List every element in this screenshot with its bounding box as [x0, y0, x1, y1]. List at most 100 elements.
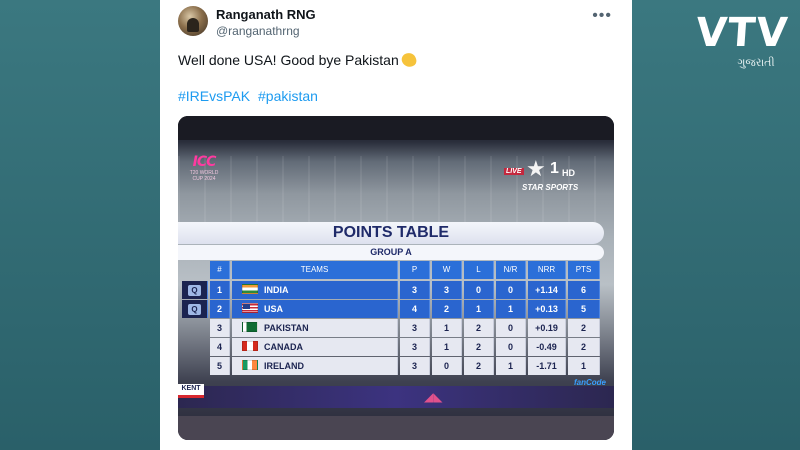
column-header: L [464, 261, 494, 279]
author-handle[interactable]: @ranganathrng [216, 24, 300, 38]
qualified-badge: Q [188, 285, 201, 296]
team-name: CANADA [264, 342, 303, 352]
nrr-cell: +1.14 [528, 281, 566, 299]
rank-cell: 1 [210, 281, 230, 299]
points-table-group: GROUP A [178, 245, 604, 260]
tweet-card: Ranganath RNG @ranganathrng ••• Well don… [160, 0, 632, 450]
points-cell: 6 [568, 281, 600, 299]
world-cup-logo-mark: ICC [192, 154, 217, 170]
won-cell: 1 [432, 319, 462, 337]
author-name[interactable]: Ranganath RNG [216, 7, 316, 22]
qualified-badge: Q [188, 304, 201, 315]
column-header: N/R [496, 261, 526, 279]
column-header: PTS [568, 261, 600, 279]
hashtag-link[interactable]: #IREvsPAK [178, 88, 250, 104]
hashtag-list: #IREvsPAK #pakistan [178, 88, 322, 104]
left-background [0, 0, 160, 450]
points-cell: 2 [568, 319, 600, 337]
channel-name: STAR SPORTS [522, 183, 579, 192]
column-header: NRR [528, 261, 566, 279]
hashtag-link[interactable]: #pakistan [258, 88, 318, 104]
team-cell: PAKISTAN [232, 319, 398, 337]
column-header: W [432, 261, 462, 279]
team-cell: USA [232, 300, 398, 318]
column-header: TEAMS [232, 261, 398, 279]
nrr-cell: +0.19 [528, 319, 566, 337]
column-header: P [400, 261, 430, 279]
ireland-flag-icon [242, 360, 258, 370]
tweet-text-content: Well done USA! Good bye Pakistan [178, 52, 399, 68]
team-cell: IRELAND [232, 357, 398, 375]
team-cell: INDIA [232, 281, 398, 299]
avatar[interactable] [178, 6, 208, 36]
team-cell: CANADA [232, 338, 398, 356]
rank-cell: 3 [210, 319, 230, 337]
more-options-button[interactable]: ••• [592, 8, 612, 24]
nrr-cell: +0.13 [528, 300, 566, 318]
world-cup-logo: ICC T20 WORLD CUP 2024 [186, 154, 222, 182]
lost-cell: 2 [464, 319, 494, 337]
table-row: 5 IRELAND 3 0 2 1 -1.71 1 [182, 357, 602, 375]
live-badge: LIVE [504, 168, 524, 175]
vtv-logo: VTV ગુજરાતી [694, 10, 790, 69]
rank-cell: 5 [210, 357, 230, 375]
tournament-mark-icon: ◢◣ [424, 390, 443, 404]
won-cell: 0 [432, 357, 462, 375]
played-cell: 3 [400, 281, 430, 299]
vtv-logo-subtext: ગુજરાતી [737, 56, 775, 69]
sponsor-left: KENT [178, 384, 204, 398]
team-name: USA [264, 304, 284, 314]
canada-flag-icon [242, 341, 258, 351]
pakistan-flag-icon [242, 322, 258, 332]
points-cell: 5 [568, 300, 600, 318]
points-cell: 1 [568, 357, 600, 375]
qualified-cell [182, 338, 208, 356]
lost-cell: 2 [464, 338, 494, 356]
no-result-cell: 1 [496, 300, 526, 318]
tv-bezel [178, 116, 614, 140]
no-result-cell: 0 [496, 281, 526, 299]
no-result-cell: 0 [496, 338, 526, 356]
played-cell: 3 [400, 319, 430, 337]
won-cell: 3 [432, 281, 462, 299]
qualified-cell: Q [182, 300, 208, 318]
played-cell: 3 [400, 338, 430, 356]
tv-bezel-bottom [178, 416, 614, 440]
vtv-logo-text: VTV [694, 10, 790, 56]
no-result-cell: 0 [496, 319, 526, 337]
table-row: Q 2 USA 4 2 1 1 +0.13 5 [182, 300, 602, 318]
usa-flag-icon [242, 303, 258, 313]
channel-hd: HD [562, 168, 575, 178]
team-name: INDIA [264, 285, 289, 295]
star-icon: ★ [526, 156, 546, 181]
world-cup-logo-text: T20 WORLD CUP 2024 [189, 170, 219, 182]
star-sports-logo: LIVE ★ 1 HD STAR SPORTS [500, 158, 596, 194]
won-cell: 1 [432, 338, 462, 356]
nrr-cell: -1.71 [528, 357, 566, 375]
table-row: Q 1 INDIA 3 3 0 0 +1.14 6 [182, 281, 602, 299]
played-cell: 3 [400, 357, 430, 375]
points-cell: 2 [568, 338, 600, 356]
broadcast-bottom-strip [178, 386, 614, 408]
lost-cell: 0 [464, 281, 494, 299]
rank-cell: 4 [210, 338, 230, 356]
channel-number: 1 [550, 160, 559, 177]
qualified-cell [182, 319, 208, 337]
won-cell: 2 [432, 300, 462, 318]
rank-cell: 2 [210, 300, 230, 318]
no-result-cell: 1 [496, 357, 526, 375]
team-name: IRELAND [264, 361, 304, 371]
nrr-cell: -0.49 [528, 338, 566, 356]
india-flag-icon [242, 284, 258, 294]
waving-hand-icon [399, 51, 418, 69]
qualified-cell [182, 357, 208, 375]
table-row: 3 PAKISTAN 3 1 2 0 +0.19 2 [182, 319, 602, 337]
tweet-photo[interactable]: ICC T20 WORLD CUP 2024 LIVE ★ 1 HD STAR … [178, 116, 614, 440]
lost-cell: 2 [464, 357, 494, 375]
points-table-title: POINTS TABLE [178, 222, 604, 244]
sponsor-right: fanCode [574, 378, 606, 387]
column-header: # [210, 261, 230, 279]
tweet-text: Well done USA! Good bye Pakistan [178, 51, 418, 69]
team-name: PAKISTAN [264, 323, 309, 333]
points-table-header: # TEAMS P W L N/R NRR PTS [182, 261, 602, 279]
